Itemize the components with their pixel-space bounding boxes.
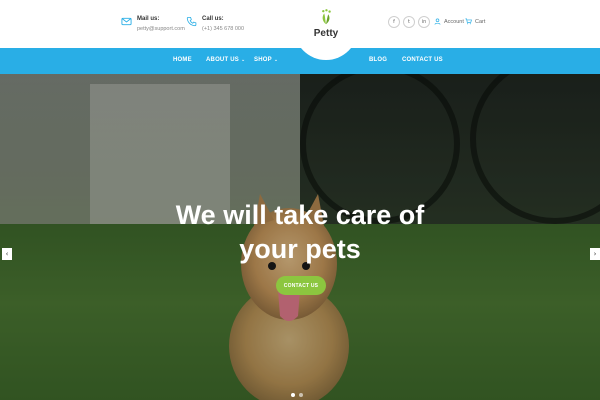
facebook-icon[interactable]: f	[388, 16, 400, 28]
account-link[interactable]: Account	[434, 18, 464, 25]
nav-contact-label: CONTACT US	[402, 57, 443, 63]
linkedin-icon[interactable]: in	[418, 16, 430, 28]
hero-title-line-1: We will take care of	[175, 200, 425, 230]
nav-item-blog[interactable]: BLOG	[369, 57, 387, 63]
slider-next-icon[interactable]: ›	[590, 248, 600, 260]
call-label: Call us:	[202, 16, 224, 22]
cart-icon	[465, 18, 472, 25]
cart-label: Cart	[475, 18, 486, 25]
envelope-icon	[121, 17, 132, 26]
phone-icon	[186, 16, 197, 27]
nav-home-label: HOME	[173, 57, 192, 63]
nav-about-label: ABOUT US	[206, 57, 239, 63]
chevron-down-icon: ⌄	[240, 57, 246, 63]
call-value[interactable]: (+1) 345 678 000	[202, 24, 244, 34]
slider-dot[interactable]	[299, 393, 303, 397]
mail-label: Mail us:	[137, 16, 160, 22]
slider-dot[interactable]	[291, 393, 295, 397]
paw-leaf-icon	[322, 9, 331, 25]
chevron-down-icon: ⌄	[273, 57, 279, 63]
twitter-icon[interactable]: t	[403, 16, 415, 28]
hero-title-line-2: your pets	[239, 234, 361, 264]
slider-prev-icon[interactable]: ‹	[2, 248, 12, 260]
hero-slider: We will take care of your pets CONTACT U…	[0, 74, 600, 400]
mail-value[interactable]: petty@support.com	[137, 24, 185, 34]
nav-blog-label: BLOG	[369, 57, 388, 63]
cart-link[interactable]: Cart	[465, 18, 485, 25]
account-label: Account	[444, 18, 464, 25]
nav-shop-label: SHOP	[254, 57, 272, 63]
nav-item-contact-us[interactable]: CONTACT US	[402, 57, 443, 63]
logo-text: Petty	[313, 28, 339, 39]
nav-item-about-us[interactable]: ABOUT US ⌄	[206, 57, 245, 63]
slider-pagination	[291, 393, 303, 397]
nav-item-shop[interactable]: SHOP ⌄	[254, 57, 278, 63]
main-nav: HOME ABOUT US ⌄ SHOP ⌄ BLOG CONTACT US	[0, 48, 600, 74]
hero-title: We will take care of your pets	[0, 198, 600, 266]
nav-item-home[interactable]: HOME	[173, 57, 192, 63]
contact-us-button[interactable]: CONTACT US	[276, 276, 326, 295]
mail-contact: Mail us: petty@support.com	[121, 14, 185, 34]
user-icon	[434, 18, 441, 25]
social-links: f t in	[388, 16, 430, 28]
call-contact: Call us: (+1) 345 678 000	[186, 14, 244, 34]
